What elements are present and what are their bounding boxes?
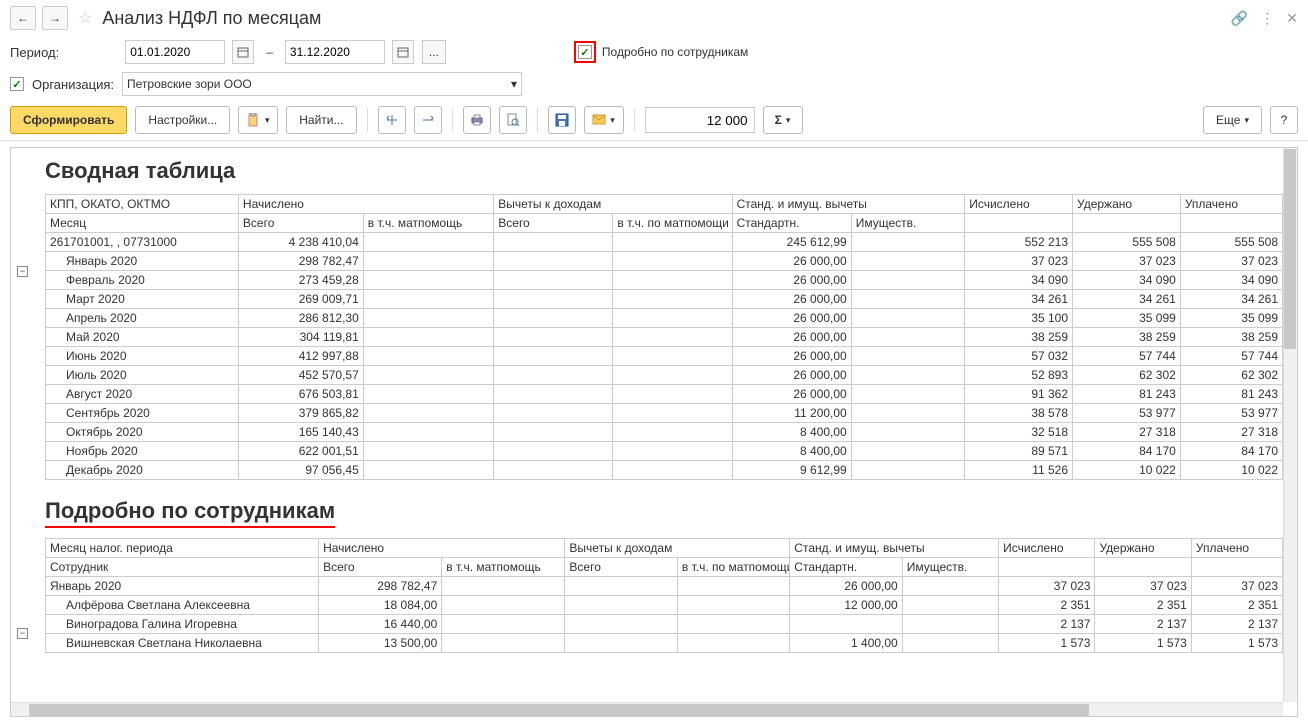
col-deductions: Вычеты к доходам: [494, 195, 732, 214]
col-aid2: в т.ч. по матпомощи: [613, 214, 732, 233]
find-button[interactable]: Найти...: [286, 106, 356, 134]
settings-button[interactable]: Настройки...: [135, 106, 230, 134]
table-row[interactable]: Май 2020304 119,8126 000,0038 25938 2593…: [46, 328, 1283, 347]
chevron-down-icon: ▾: [511, 77, 517, 91]
paste-button[interactable]: ▾: [238, 106, 278, 134]
print-button[interactable]: [463, 106, 491, 134]
org-label: Организация:: [32, 77, 114, 92]
envelope-icon: [592, 114, 606, 126]
page-title: Анализ НДФЛ по месяцам: [102, 8, 1224, 29]
detail-checkbox-label: Подробно по сотрудникам: [602, 45, 748, 59]
save-button[interactable]: [548, 106, 576, 134]
dash: –: [266, 45, 273, 59]
header-bar: ← → ☆ Анализ НДФЛ по месяцам 🔗 ⋮ ✕: [0, 0, 1308, 36]
table-row[interactable]: Январь 2020298 782,4726 000,0037 02337 0…: [46, 252, 1283, 271]
tree-collapse-detail[interactable]: −: [17, 628, 28, 639]
number-input[interactable]: [645, 107, 755, 133]
report-area: − − Сводная таблица КПП, ОКАТО, ОКТМО На…: [10, 147, 1298, 717]
expand-icon: [385, 113, 399, 127]
table-row[interactable]: Октябрь 2020165 140,438 400,0032 51827 3…: [46, 423, 1283, 442]
table-row[interactable]: Август 2020676 503,8126 000,0091 36281 2…: [46, 385, 1283, 404]
summary-group-row[interactable]: 261701001, , 07731000 4 238 410,04 245 6…: [46, 233, 1283, 252]
expand-all-button[interactable]: [378, 106, 406, 134]
detail-heading: Подробно по сотрудникам: [45, 498, 335, 528]
calendar-to-button[interactable]: [392, 40, 414, 64]
clipboard-icon: [247, 113, 261, 127]
org-select[interactable]: Петровские зори ООО ▾: [122, 72, 522, 96]
col-std: Стандартн.: [732, 214, 851, 233]
col-taxmonth: Месяц налог. периода: [46, 539, 319, 558]
col-calc: Исчислено: [965, 195, 1073, 214]
preview-button[interactable]: [499, 106, 527, 134]
col-aid: в т.ч. матпомощь: [363, 214, 494, 233]
col-prop: Имуществ.: [851, 214, 964, 233]
table-row[interactable]: Ноябрь 2020622 001,518 400,0089 57184 17…: [46, 442, 1283, 461]
more-icon[interactable]: ⋮: [1260, 10, 1274, 27]
preview-icon: [506, 113, 520, 127]
table-row[interactable]: Апрель 2020286 812,3026 000,0035 10035 0…: [46, 309, 1283, 328]
more-button[interactable]: Еще ▾: [1203, 106, 1262, 134]
printer-icon: [470, 113, 484, 127]
table-row[interactable]: Виноградова Галина Игоревна16 440,002 13…: [46, 615, 1283, 634]
calendar-from-button[interactable]: [232, 40, 254, 64]
col-paid: Уплачено: [1180, 195, 1282, 214]
back-button[interactable]: ←: [10, 6, 36, 30]
help-button[interactable]: ?: [1270, 106, 1298, 134]
col-accrued: Начислено: [238, 195, 493, 214]
sigma-icon: Σ: [775, 113, 782, 127]
detail-checkbox[interactable]: ✓: [578, 45, 592, 59]
summary-table: КПП, ОКАТО, ОКТМО Начислено Вычеты к дох…: [45, 194, 1283, 480]
link-icon[interactable]: 🔗: [1231, 10, 1248, 27]
period-row: Период: – ... ✓ Подробно по сотрудникам: [0, 36, 1308, 68]
chevron-down-icon: ▾: [786, 115, 791, 126]
period-label: Период:: [10, 45, 59, 60]
favorite-icon[interactable]: ☆: [78, 8, 92, 28]
org-value: Петровские зори ООО: [127, 77, 252, 91]
chevron-down-icon: ▾: [1244, 115, 1249, 126]
table-row[interactable]: Март 2020269 009,7126 000,0034 26134 261…: [46, 290, 1283, 309]
forward-button[interactable]: →: [42, 6, 68, 30]
col-kpp: КПП, ОКАТО, ОКТМО: [46, 195, 239, 214]
col-stdprop: Станд. и имущ. вычеты: [732, 195, 965, 214]
close-icon[interactable]: ✕: [1286, 10, 1298, 27]
detail-table: Месяц налог. периода Начислено Вычеты к …: [45, 538, 1283, 653]
toolbar: Сформировать Настройки... ▾ Найти... ▾ Σ…: [0, 100, 1308, 141]
chevron-down-icon: ▾: [610, 115, 615, 126]
collapse-icon: [421, 113, 435, 127]
chevron-down-icon: ▾: [265, 115, 270, 126]
table-row[interactable]: Сентябрь 2020379 865,8211 200,0038 57853…: [46, 404, 1283, 423]
col-employee: Сотрудник: [46, 558, 319, 577]
col-month: Месяц: [46, 214, 239, 233]
period-picker-button[interactable]: ...: [422, 40, 446, 64]
table-row[interactable]: Февраль 2020273 459,2826 000,0034 09034 …: [46, 271, 1283, 290]
sigma-button[interactable]: Σ ▾: [763, 106, 803, 134]
table-row[interactable]: Алфёрова Светлана Алексеевна18 084,0012 …: [46, 596, 1283, 615]
table-row[interactable]: Июль 2020452 570,5726 000,0052 89362 302…: [46, 366, 1283, 385]
calendar-icon: [237, 46, 249, 58]
col-with: Удержано: [1073, 195, 1181, 214]
horizontal-scrollbar[interactable]: [11, 702, 1283, 716]
org-row: ✓ Организация: Петровские зори ООО ▾: [0, 68, 1308, 100]
generate-button[interactable]: Сформировать: [10, 106, 127, 134]
email-button[interactable]: ▾: [584, 106, 624, 134]
date-to-input[interactable]: [285, 40, 385, 64]
col-total: Всего: [238, 214, 363, 233]
tree-collapse-group[interactable]: −: [17, 266, 28, 277]
vertical-scrollbar[interactable]: [1283, 148, 1297, 702]
collapse-all-button[interactable]: [414, 106, 442, 134]
table-row[interactable]: Июнь 2020412 997,8826 000,0057 03257 744…: [46, 347, 1283, 366]
table-row[interactable]: Вишневская Светлана Николаевна13 500,001…: [46, 634, 1283, 653]
detail-checkbox-wrap: ✓ Подробно по сотрудникам: [574, 41, 748, 63]
org-checkbox[interactable]: ✓: [10, 77, 24, 91]
detail-group-row[interactable]: Январь 2020 298 782,47 26 000,00 37 023 …: [46, 577, 1283, 596]
calendar-icon: [397, 46, 409, 58]
table-row[interactable]: Декабрь 202097 056,459 612,9911 52610 02…: [46, 461, 1283, 480]
floppy-icon: [555, 113, 569, 127]
col-total2: Всего: [494, 214, 613, 233]
summary-heading: Сводная таблица: [45, 158, 1283, 184]
date-from-input[interactable]: [125, 40, 225, 64]
report-scroll[interactable]: − − Сводная таблица КПП, ОКАТО, ОКТМО На…: [11, 148, 1297, 716]
